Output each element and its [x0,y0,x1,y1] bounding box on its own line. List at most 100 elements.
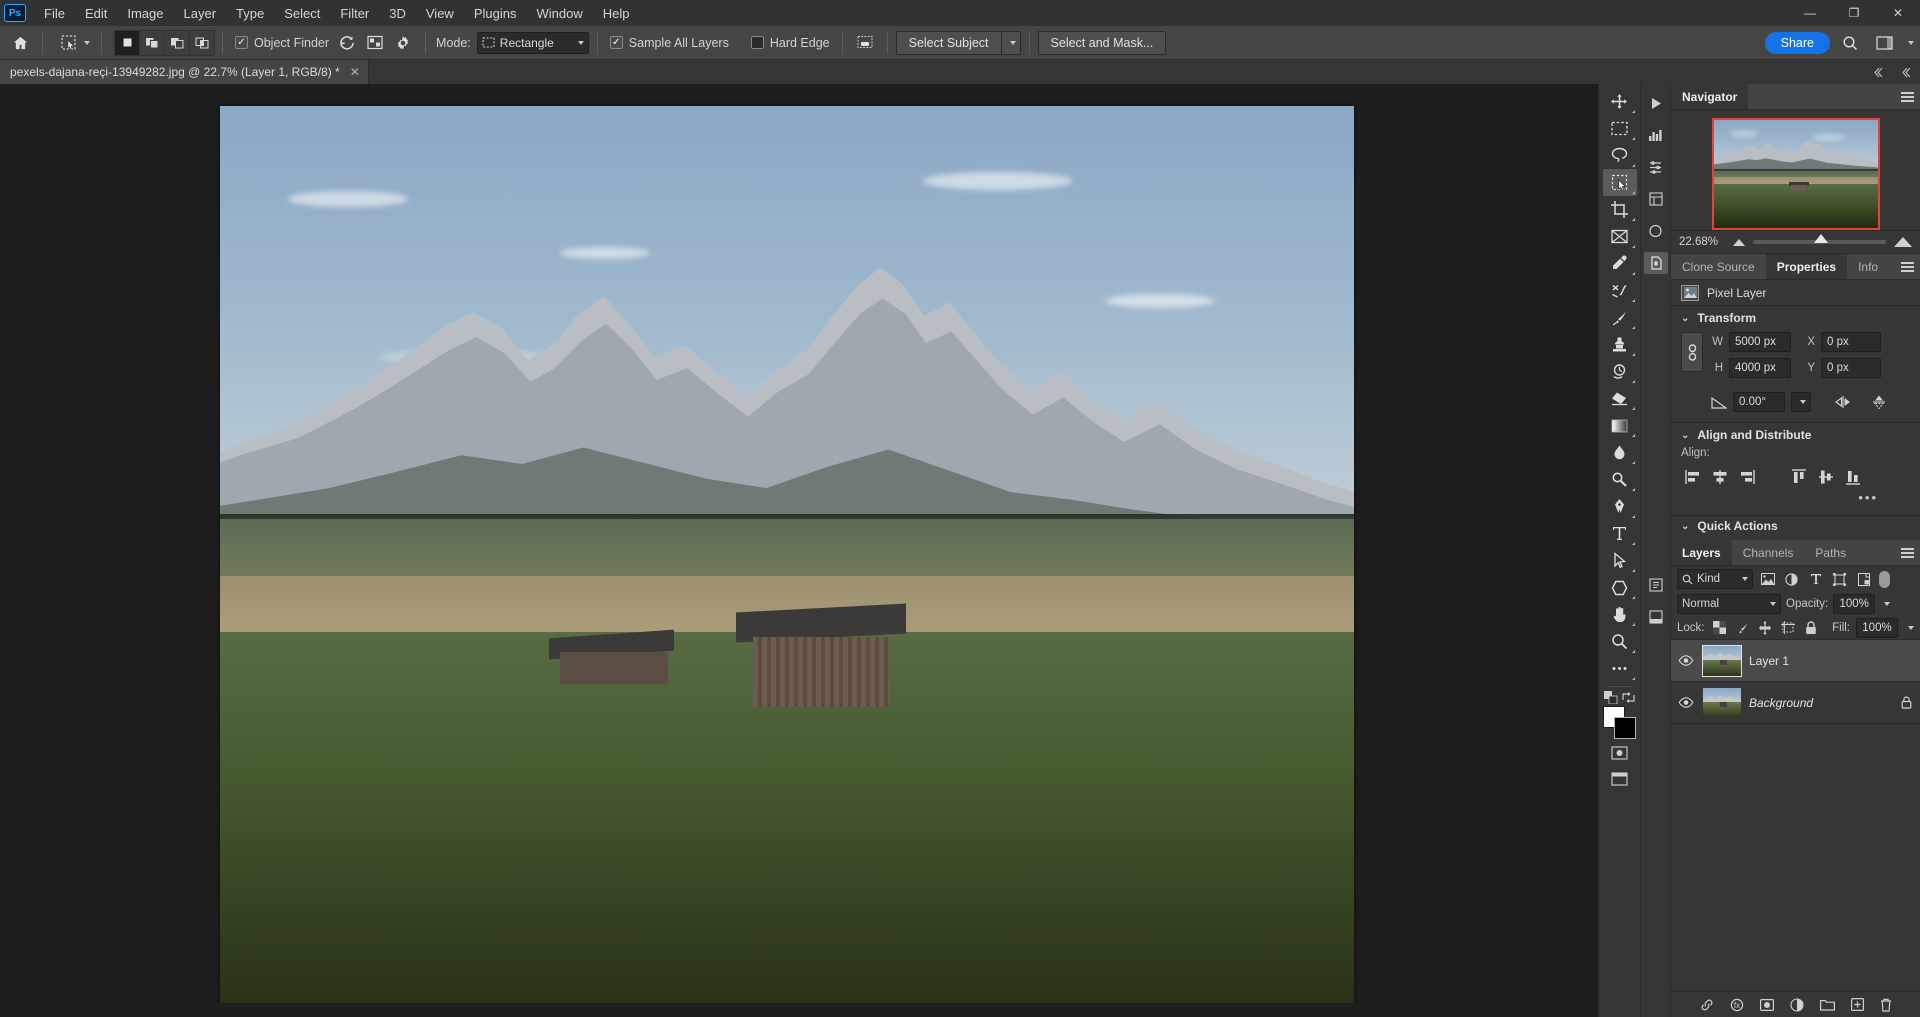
hard-edge-checkbox[interactable]: Hard Edge [747,36,834,50]
tab-clone-source[interactable]: Clone Source [1671,254,1766,279]
align-bottom-edges-icon[interactable] [1841,466,1865,488]
layer-thumbnail[interactable] [1703,687,1741,718]
link-aspect-ratio-icon[interactable] [1681,332,1703,372]
lock-image-pixels-icon[interactable] [1734,619,1751,637]
subtract-from-selection-button[interactable] [164,29,190,56]
search-icon[interactable] [1836,30,1864,56]
histogram-icon[interactable] [1644,124,1668,146]
canvas-vertical-scrollbar[interactable] [1584,84,1598,1017]
filter-kind-dropdown[interactable]: Kind [1677,569,1753,589]
chevron-down-icon[interactable] [1884,602,1891,606]
hand-tool[interactable] [1603,601,1637,628]
menu-image[interactable]: Image [117,2,173,25]
tab-layers[interactable]: Layers [1671,540,1732,565]
menu-type[interactable]: Type [226,2,274,25]
menu-layer[interactable]: Layer [174,2,227,25]
discover-icon[interactable] [1643,252,1668,274]
layer-thumbnail[interactable] [1702,644,1742,677]
show-object-overlay-icon[interactable] [361,30,389,56]
tab-navigator[interactable]: Navigator [1671,84,1749,109]
layer-visibility-icon[interactable] [1671,697,1701,708]
zoom-tool[interactable] [1603,628,1637,655]
chevron-down-icon[interactable] [1908,625,1914,630]
layers-panel-menu-icon[interactable] [1901,540,1914,566]
workspace-switcher-icon[interactable] [1870,30,1898,56]
close-icon[interactable]: ✕ [350,65,360,79]
tab-properties[interactable]: Properties [1765,254,1848,279]
actions-icon[interactable] [1644,188,1668,210]
sample-all-layers-checkbox[interactable]: ✓ Sample All Layers [606,36,733,50]
tool-preset-picker[interactable] [55,30,93,56]
lock-position-icon[interactable] [1757,619,1774,637]
new-selection-button[interactable] [114,29,140,56]
object-selection-tool[interactable] [1602,169,1637,196]
angle-input[interactable]: 0.00° [1733,392,1785,412]
spot-healing-brush-tool[interactable] [1603,277,1637,304]
select-subject-dropdown-arrow[interactable] [1000,30,1021,55]
object-finder-checkbox[interactable]: ✓ Object Finder [231,36,333,50]
canvas-horizontal-scrollbar[interactable] [0,1003,1598,1017]
mode-dropdown[interactable]: Rectangle [476,31,589,54]
quick-actions-section-header[interactable]: ⌄ Quick Actions [1671,516,1920,540]
add-layer-mask-icon[interactable] [1759,998,1774,1011]
filter-pixel-icon[interactable] [1758,569,1777,589]
gear-icon[interactable] [389,30,417,56]
layer-name[interactable]: Layer 1 [1749,654,1912,668]
refresh-icon[interactable] [333,30,361,56]
add-to-selection-button[interactable] [139,29,165,56]
align-more-button[interactable]: ••• [1681,490,1910,505]
minimize-button[interactable]: — [1788,0,1832,26]
layer-visibility-icon[interactable] [1671,655,1701,666]
filter-type-icon[interactable] [1806,569,1825,589]
angle-dropdown[interactable] [1791,392,1811,412]
navigator-panel-menu-icon[interactable] [1901,84,1914,110]
transform-section-header[interactable]: ⌄ Transform [1671,306,1920,330]
link-layers-icon[interactable] [1700,998,1714,1012]
canvas-area[interactable] [0,84,1598,1017]
filter-toggle[interactable] [1878,569,1891,589]
align-horizontal-centers-icon[interactable] [1708,466,1732,488]
swap-colors-icon[interactable] [1622,691,1635,704]
crop-tool[interactable] [1603,196,1637,223]
lasso-tool[interactable] [1603,142,1637,169]
height-input[interactable]: 4000 px [1729,358,1791,378]
align-vertical-centers-icon[interactable] [1814,466,1838,488]
properties-dock-icon[interactable] [1644,574,1668,596]
filter-adjustment-icon[interactable] [1782,569,1801,589]
menu-3d[interactable]: 3D [379,2,416,25]
frame-tool[interactable] [1603,223,1637,250]
close-button[interactable]: ✕ [1876,0,1920,26]
width-input[interactable]: 5000 px [1729,332,1791,352]
align-section-header[interactable]: ⌄ Align and Distribute [1671,423,1920,447]
move-tool[interactable] [1603,88,1637,115]
shape-tool[interactable] [1603,574,1637,601]
layer-name[interactable]: Background [1749,696,1901,710]
align-top-edges-icon[interactable] [1787,466,1811,488]
intersect-with-selection-button[interactable] [189,29,215,56]
menu-window[interactable]: Window [526,2,592,25]
quick-mask-icon[interactable] [1603,740,1637,766]
collapse-toolbox-icon[interactable] [1864,59,1892,85]
zoom-in-icon[interactable] [1894,237,1912,247]
menu-help[interactable]: Help [593,2,640,25]
collapse-panels-icon[interactable] [1892,59,1920,85]
eyedropper-tool[interactable] [1603,250,1637,277]
zoom-slider-thumb[interactable] [1814,234,1829,243]
screen-mode-icon[interactable] [1603,766,1637,792]
fill-input[interactable]: 100% [1856,617,1898,638]
select-and-mask-button[interactable]: Select and Mask... [1037,30,1167,55]
adjustments-icon[interactable] [1644,156,1668,178]
navigator-thumbnail[interactable] [1711,118,1880,230]
zoom-out-icon[interactable] [1733,238,1745,246]
tab-paths[interactable]: Paths [1804,540,1858,565]
lock-artboard-nesting-icon[interactable] [1780,619,1797,637]
chevron-down-icon[interactable] [1908,40,1914,45]
menu-plugins[interactable]: Plugins [464,2,527,25]
lock-all-icon[interactable] [1803,619,1820,637]
menu-filter[interactable]: Filter [330,2,379,25]
add-layer-style-icon[interactable]: fx [1730,998,1744,1012]
delete-layer-icon[interactable] [1880,998,1892,1012]
comments-icon[interactable] [1644,220,1668,242]
home-icon[interactable] [6,30,34,56]
gradient-tool[interactable] [1603,412,1637,439]
